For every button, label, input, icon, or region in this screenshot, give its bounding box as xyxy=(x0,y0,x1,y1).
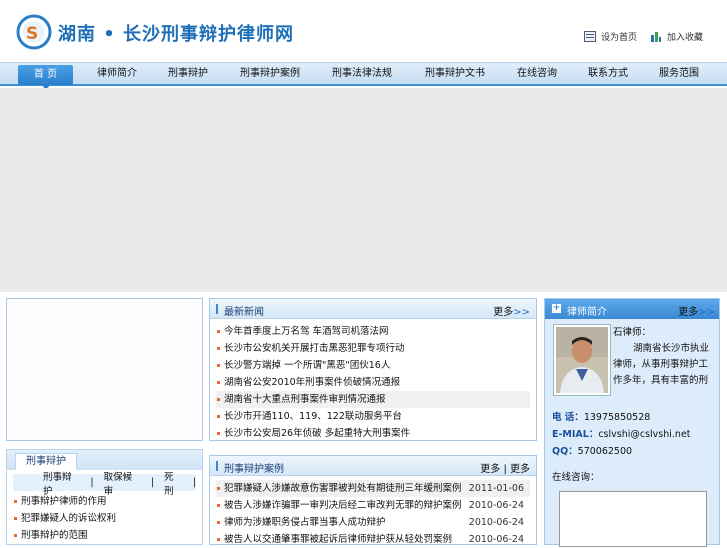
more-arrow: >> xyxy=(698,307,715,318)
cases-more-link[interactable]: 更多 xyxy=(510,464,530,475)
cases-panel: 刑事辩护案例 更多 | 更多 犯罪嫌疑人涉嫌故意伤害罪被判处有期徒刑三年缓刑案例… xyxy=(209,455,537,545)
news-item[interactable]: 湖南省十大重点刑事案件审判情况通报 xyxy=(216,391,530,408)
news-item[interactable]: 今年首季度上万名驾 车酒驾司机落法网 xyxy=(216,323,530,340)
case-date: 2010-06-24 xyxy=(468,500,524,511)
more-label: 更多 xyxy=(493,307,514,318)
portrait-photo[interactable] xyxy=(553,324,611,396)
email-value[interactable]: cslvshi@cslvshi.net xyxy=(598,429,690,440)
case-item[interactable]: 被告人以交通肇事罪被起诉后律师辩护获从轻处罚案例 2010-06-24 xyxy=(216,531,530,548)
header-bar-icon xyxy=(216,304,218,314)
nav-item-consult[interactable]: 在线咨询 xyxy=(511,63,563,85)
nav-item-lawyer-intro[interactable]: 律师简介 xyxy=(91,63,143,85)
case-title: 被告人涉嫌诈骗罪一审判决后经二审改判无罪的辩护案例 xyxy=(224,500,462,511)
nav-item-services[interactable]: 服务范围 xyxy=(653,63,705,85)
left-panel-header: 刑事辩护 xyxy=(7,450,202,470)
qq-row: QQ：570062500 xyxy=(552,443,691,460)
more-label: 更多 xyxy=(678,307,699,318)
tab-separator: | xyxy=(90,477,94,488)
left-panel-list: 刑事辩护律师的作用 犯罪嫌疑人的诉讼权利 刑事辩护的范围 xyxy=(7,491,202,544)
left-panel-tabs: 刑事辩护 | 取保候审 | 死刑 | xyxy=(13,472,197,497)
banner-area xyxy=(0,88,727,292)
case-date: 2010-06-24 xyxy=(468,517,524,528)
list-item[interactable]: 犯罪嫌疑人的诉讼权利 xyxy=(13,510,196,527)
case-date: 2010-06-24 xyxy=(468,534,524,545)
consult-label: 在线咨询： xyxy=(552,472,600,483)
list-item[interactable]: 刑事辩护律师的作用 xyxy=(13,493,196,510)
news-item[interactable]: 长沙市公安局26年侦破 多起重特大刑事案件 xyxy=(216,425,530,442)
email-label: E-MIAL： xyxy=(552,429,599,440)
list-item[interactable]: 刑事辩护的范围 xyxy=(13,527,196,544)
news-header: 最新新闻 更多>> xyxy=(210,299,536,319)
news-title: 最新新闻 xyxy=(224,307,264,318)
set-home-link[interactable]: 设为首页 xyxy=(584,30,637,43)
cases-more-link[interactable]: 更多 xyxy=(480,464,500,475)
add-favorite-link[interactable]: 加入收藏 xyxy=(650,30,703,43)
nav-item-contact[interactable]: 联系方式 xyxy=(582,63,634,85)
news-list: 今年首季度上万名驾 车酒驾司机落法网 长沙市公安机关开展打击黑恶犯罪专项行动 长… xyxy=(210,319,536,442)
case-title: 被告人以交通肇事罪被起诉后律师辩护获从轻处罚案例 xyxy=(224,534,453,545)
phone-label: 电 话： xyxy=(552,412,584,423)
nav-item-laws[interactable]: 刑事法律法规 xyxy=(332,63,392,85)
lawyer-intro-text: 湖南省长沙市执业律师，从事刑事辩护工作多年，具有丰富的刑事案件办理经验 … xyxy=(613,343,710,386)
set-home-label: 设为首页 xyxy=(601,33,638,43)
home-page-icon xyxy=(584,31,596,42)
left-panel-title: 刑事辩护 xyxy=(15,453,77,470)
news-item[interactable]: 长沙市开通110、119、122联动服务平台 xyxy=(216,408,530,425)
cs-logo-icon[interactable]: S xyxy=(16,14,52,50)
email-row: E-MIAL：cslvshi@cslvshi.net xyxy=(552,426,691,443)
lawyer-more-link[interactable]: 更多>> xyxy=(678,303,715,318)
nav-item-defense[interactable]: 刑事辩护 xyxy=(162,63,214,85)
header-bar-icon xyxy=(216,461,218,471)
cases-list: 犯罪嫌疑人涉嫌故意伤害罪被判处有期徒刑三年缓刑案例 2011-01-06 被告人涉… xyxy=(210,476,536,548)
lawyer-intro-block: 石律师： 湖南省长沙市执业律师，从事刑事辩护工作多年，具有丰富的刑事案件办理经验… xyxy=(613,325,717,389)
cases-title: 刑事辩护案例 xyxy=(224,464,284,475)
lawyer-title: 律师简介 xyxy=(567,307,607,318)
case-item[interactable]: 律师为涉嫌职务侵占罪当事人成功辩护 2010-06-24 xyxy=(216,514,530,531)
lawyer-header: + 律师简介 更多>> xyxy=(545,299,719,319)
links-separator: | xyxy=(503,464,507,475)
header: S 湖南 • 长沙刑事辩护律师网 设为首页 加入收藏 xyxy=(0,0,727,62)
more-arrow: >> xyxy=(513,307,530,318)
case-item[interactable]: 被告人涉嫌诈骗罪一审判决后经二审改判无罪的辩护案例 2010-06-24 xyxy=(216,497,530,514)
svg-text:S: S xyxy=(26,24,38,44)
plus-icon: + xyxy=(552,303,561,313)
qq-label: QQ： xyxy=(552,446,578,457)
tab-separator: | xyxy=(192,477,197,488)
news-item[interactable]: 长沙市公安机关开展打击黑恶犯罪专项行动 xyxy=(216,340,530,357)
case-item[interactable]: 犯罪嫌疑人涉嫌故意伤害罪被判处有期徒刑三年缓刑案例 2011-01-06 xyxy=(216,480,530,497)
nav-item-defense-cases[interactable]: 刑事辩护案例 xyxy=(240,63,300,85)
nav-item-documents[interactable]: 刑事辩护文书 xyxy=(425,63,485,85)
contact-info: 电 话：13975850528 E-MIAL：cslvshi@cslvshi.n… xyxy=(552,409,691,460)
nav-item-home[interactable]: 首 页 xyxy=(18,65,73,90)
cases-more-links: 更多 | 更多 xyxy=(480,460,530,475)
case-title: 犯罪嫌疑人涉嫌故意伤害罪被判处有期徒刑三年缓刑案例 xyxy=(224,483,462,494)
phone-row: 电 话：13975850528 xyxy=(552,409,691,426)
consult-textarea[interactable] xyxy=(559,491,707,547)
lawyer-panel: + 律师简介 更多>> 石律师： 湖南省长沙市执业律师，从事刑事辩护工作多年，具… xyxy=(544,298,720,547)
news-more-link[interactable]: 更多>> xyxy=(493,303,530,318)
news-panel: 最新新闻 更多>> 今年首季度上万名驾 车酒驾司机落法网 长沙市公安机关开展打击… xyxy=(209,298,537,441)
bookmark-icon xyxy=(650,31,662,42)
tab-separator: | xyxy=(150,477,155,488)
lawyer-name: 石律师： xyxy=(613,327,652,338)
case-title: 律师为涉嫌职务侵占罪当事人成功辩护 xyxy=(224,517,386,528)
left-defense-panel: 刑事辩护 刑事辩护 | 取保候审 | 死刑 | 刑事辩护律师的作用 犯罪嫌疑人的… xyxy=(6,449,203,545)
case-date: 2011-01-06 xyxy=(468,483,524,494)
site-title: 湖南 • 长沙刑事辩护律师网 xyxy=(58,24,295,45)
left-image-box xyxy=(6,298,203,441)
add-favorite-label: 加入收藏 xyxy=(667,33,704,43)
main-nav: 首 页 律师简介 刑事辩护 刑事辩护案例 刑事法律法规 刑事辩护文书 在线咨询 … xyxy=(0,62,727,90)
phone-value: 13975850528 xyxy=(583,412,651,423)
qq-value: 570062500 xyxy=(577,446,633,457)
news-item[interactable]: 长沙警方端掉 一个所谓"黑恶"团伙16人 xyxy=(216,357,530,374)
cases-header: 刑事辩护案例 更多 | 更多 xyxy=(210,456,536,476)
news-item[interactable]: 湖南省公安2010年刑事案件侦破情况通报 xyxy=(216,374,530,391)
